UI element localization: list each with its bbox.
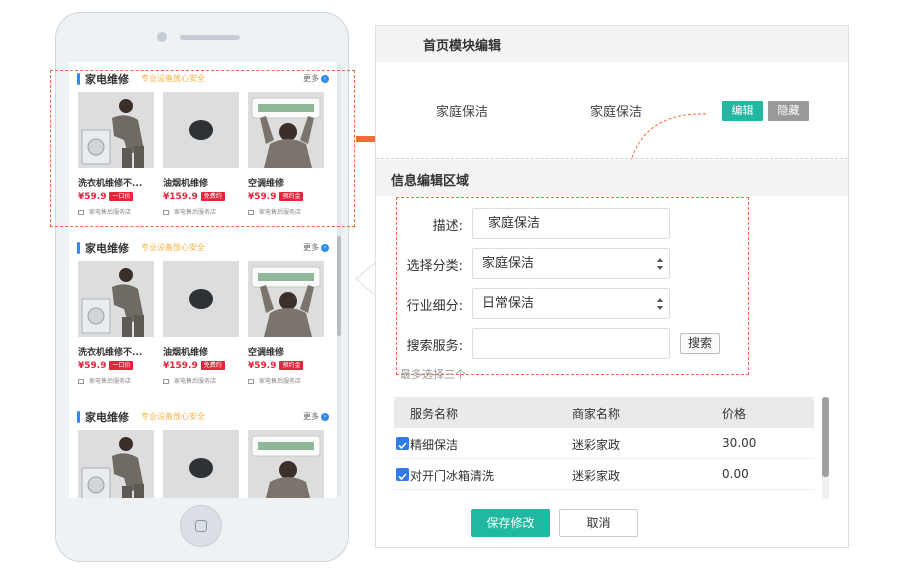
shop-icon: [248, 379, 254, 384]
desc-input[interactable]: 家庭保洁: [472, 208, 670, 239]
product-name: 油烟机维修: [163, 348, 209, 358]
arrow-right-icon: ›: [321, 243, 329, 252]
category-select[interactable]: 家庭保洁: [472, 248, 670, 279]
title-accent-bar: [77, 411, 80, 423]
search-service-input[interactable]: [472, 328, 670, 359]
product-card[interactable]: 洗衣机维修不... ¥59.9 一口价 家电售后服务店: [78, 261, 156, 385]
module-header: 家电维修 专业设备放心安全 更多 ›: [77, 240, 329, 256]
subcategory-value: 日常保洁: [482, 296, 535, 311]
merchant-cell: 迷彩家政: [572, 438, 621, 452]
cancel-button[interactable]: 取消: [559, 509, 638, 537]
desc-label: 描述:: [432, 219, 463, 234]
module-title: 家电维修: [85, 242, 129, 255]
price-cell: 0.00: [722, 467, 749, 481]
home-module[interactable]: 家电维修 专业设备放心安全 更多 › 洗衣机维修不... ¥59.9 一口价 家电售…: [69, 231, 337, 401]
checkmark-icon: [398, 473, 407, 481]
info-section-title: 信息编辑区域: [391, 174, 470, 189]
row-checkbox[interactable]: [396, 437, 409, 450]
editor-title: 首页模块编辑: [423, 39, 502, 54]
price-value: ¥59.9: [78, 361, 107, 371]
price-tag: 免费约: [200, 361, 225, 370]
shop-name: 家电售后服务店: [78, 376, 131, 385]
product-price: ¥59.9 预约金: [248, 361, 304, 371]
shop-name: 家电售后服务店: [248, 376, 301, 385]
home-module[interactable]: 家电维修 专业设备放心安全 更多 ›: [69, 400, 337, 498]
price-value: ¥159.9: [163, 361, 198, 371]
title-accent-bar: [77, 242, 80, 254]
camera-dot: [157, 32, 167, 42]
price-tag: 预约金: [279, 361, 304, 370]
desc-value: 家庭保洁: [488, 216, 541, 231]
washer-repair-image: [78, 261, 154, 337]
price-tag: 一口价: [109, 361, 134, 370]
service-table: 服务名称 商家名称 价格 精细保洁 迷彩家政 30.00 对开门冰箱清洗 迷彩家…: [394, 397, 814, 499]
shop-icon: [78, 379, 84, 384]
air-conditioner-image: [248, 430, 324, 498]
module-subtitle: 专业设备放心安全: [141, 412, 205, 421]
more-label: 更多: [303, 412, 319, 421]
home-square-icon: [195, 520, 207, 532]
column-header: 商家名称: [572, 407, 621, 421]
shop-label: 家电售后服务店: [89, 378, 132, 385]
service-name-cell: 对开门冰箱清洗: [410, 469, 495, 483]
price-value: ¥59.9: [248, 361, 277, 371]
module-name-item[interactable]: 家庭保洁: [436, 101, 488, 120]
more-link[interactable]: 更多 ›: [303, 411, 329, 422]
speaker-slot: [180, 35, 240, 40]
search-label: 搜索服务:: [406, 339, 463, 354]
module-title: 家电维修: [85, 411, 129, 424]
row-checkbox[interactable]: [396, 468, 409, 481]
edit-button[interactable]: 编辑: [722, 101, 763, 121]
washer-repair-image: [78, 430, 154, 498]
table-scrollbar-thumb[interactable]: [822, 397, 829, 477]
selection-hint: 最多选择三个: [400, 368, 466, 381]
callout-pointer-icon: [355, 262, 376, 296]
table-row[interactable]: 对开门冰箱清洗 迷彩家政 0.00: [394, 459, 814, 490]
air-conditioner-image: [248, 261, 324, 337]
module-subtitle: 专业设备放心安全: [141, 243, 205, 252]
shop-label: 家电售后服务店: [174, 378, 217, 385]
category-value: 家庭保洁: [482, 256, 535, 271]
shop-label: 家电售后服务店: [259, 378, 302, 385]
range-hood-duct-image: [163, 261, 239, 337]
select-updown-icon: [657, 298, 663, 310]
column-header: 价格: [722, 407, 747, 421]
column-header: 服务名称: [410, 407, 459, 421]
shop-icon: [163, 379, 169, 384]
phone-scrollbar-thumb[interactable]: [337, 236, 341, 336]
product-card[interactable]: 油烟机维修 ¥159.9 免费约 家电售后服务店: [163, 261, 241, 385]
hide-button[interactable]: 隐藏: [768, 101, 809, 121]
product-card[interactable]: [163, 430, 241, 498]
product-name: 洗衣机维修不...: [78, 348, 143, 358]
arrow-right-icon: ›: [321, 412, 329, 421]
service-name-cell: 精细保洁: [410, 438, 459, 452]
merchant-cell: 迷彩家政: [572, 469, 621, 483]
subcategory-select[interactable]: 日常保洁: [472, 288, 670, 319]
subcategory-label: 行业细分:: [406, 299, 463, 314]
range-hood-duct-image: [163, 430, 239, 498]
product-card[interactable]: [78, 430, 156, 498]
module-header: 家电维修 专业设备放心安全 更多 ›: [77, 409, 329, 425]
product-name: 空调维修: [248, 348, 285, 358]
selected-module-outline: [50, 70, 355, 227]
checkmark-icon: [398, 442, 407, 450]
search-button[interactable]: 搜索: [680, 333, 720, 354]
category-label: 选择分类:: [406, 259, 463, 274]
product-price: ¥159.9 免费约: [163, 361, 225, 371]
product-card[interactable]: 空调维修 ¥59.9 预约金 家电售后服务店: [248, 261, 326, 385]
product-card[interactable]: [248, 430, 326, 498]
shop-name: 家电售后服务店: [163, 376, 216, 385]
section-divider: [376, 158, 848, 159]
product-price: ¥59.9 一口价: [78, 361, 134, 371]
more-link[interactable]: 更多 ›: [303, 242, 329, 253]
more-label: 更多: [303, 243, 319, 252]
save-button[interactable]: 保存修改: [471, 509, 550, 537]
select-updown-icon: [657, 258, 663, 270]
table-row[interactable]: 精细保洁 迷彩家政 30.00: [394, 428, 814, 459]
table-header: 服务名称 商家名称 价格: [394, 397, 814, 428]
price-cell: 30.00: [722, 436, 757, 450]
